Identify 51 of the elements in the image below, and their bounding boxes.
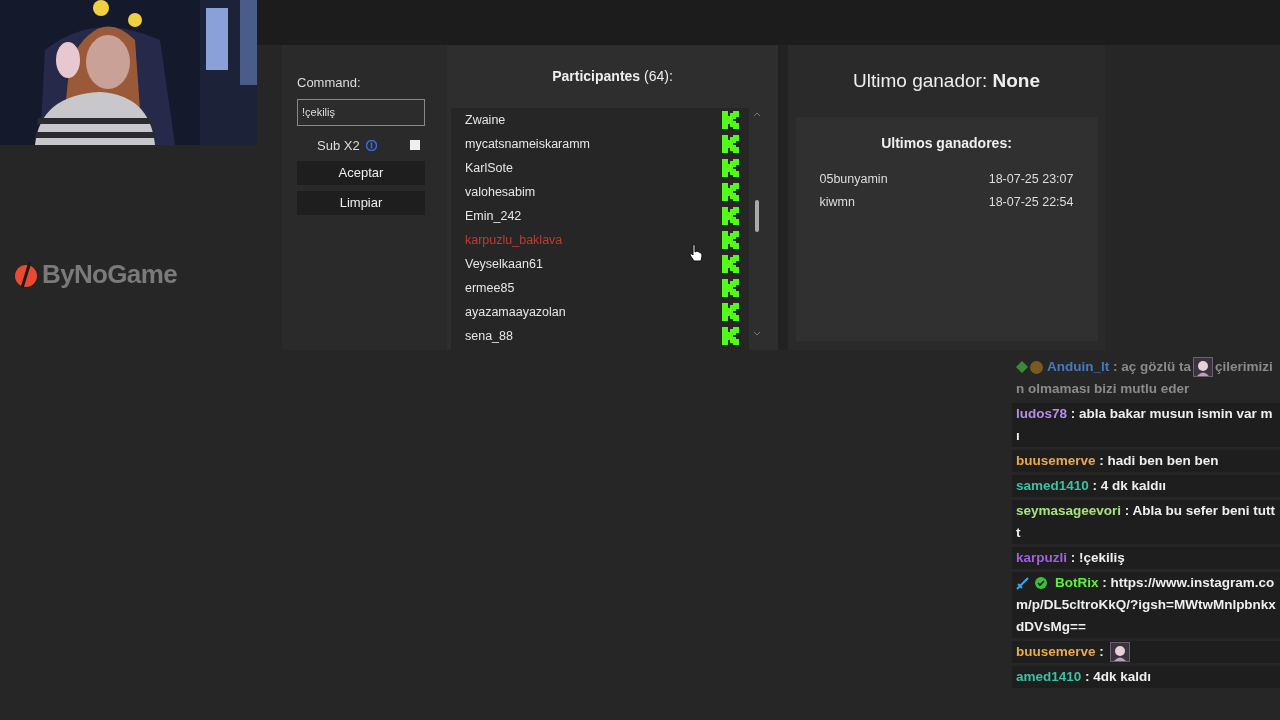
participant-name: ermee85 [465,279,515,297]
participant-name: valohesabim [465,183,536,201]
k-logo-icon [722,279,739,297]
last-winner-heading: Ultimo ganador: None [853,68,1040,93]
chat-message: buusemerve : hadi ben ben ben [1012,450,1280,472]
k-logo-icon [722,327,739,345]
participant-name: Emin_242 [465,207,522,225]
k-logo-icon [722,255,739,273]
chat-message: buusemerve : [1012,641,1280,663]
chat-message: amed1410 : 4dk kaldı [1012,666,1280,688]
winner-name: kiwmn [819,193,855,211]
k-logo-icon [722,303,739,321]
participant-name: ayazamaayazolan [465,303,566,321]
k-logo-icon [722,231,739,249]
participant-name: karpuzlu_baklava [465,231,563,249]
participant-name: KarlSote [465,159,513,177]
winner-name: 05bunyamin [819,171,888,188]
sub-x2-label: Sub X2 [317,136,360,155]
sword-badge-icon [1016,576,1029,590]
k-logo-icon [722,183,739,201]
chat-message: BotRix : https://www.instagram.com/p/DL5cltroKkQ/?igsh=MWtwMnlpbnkxdDVsMg== [1012,572,1280,638]
emote-icon [1109,642,1130,663]
participant-name: mycatsnameiskaramm [465,135,591,153]
chat-message: Anduin_lt : aç gözlü ta çilerimizin olmaması bizi mutlu eder [1015,356,1274,398]
winners-heading: Ultimos ganadores: [881,134,1012,153]
coin-badge-icon [1030,360,1043,374]
verified-badge-icon [1035,577,1047,590]
sub-x2-checkbox[interactable] [409,140,420,151]
logo-icon [14,261,40,288]
winner-time: 18-07-25 22:54 [988,193,1074,211]
info-icon [365,139,377,151]
participant-name: Zwaine [465,111,506,129]
k-logo-icon [722,135,739,153]
command-field[interactable]: !çekiliş [297,98,425,126]
chat-message: samed1410 : 4 dk kaldıı [1012,475,1280,497]
k-logo-icon [722,111,739,129]
action-button[interactable]: Limpiar [297,191,425,215]
participants-heading: Participantes (64): [552,67,673,86]
gem-badge-icon [1016,361,1028,374]
chat-message: seymasageevori : Abla bu sefer beni tuttt [1012,500,1280,544]
k-logo-icon [722,207,739,225]
emote-icon [1193,357,1214,378]
participant-name: Veyselkaan61 [465,255,543,273]
logo-text: ByNoGame [42,258,177,291]
k-logo-icon [722,159,739,177]
action-button[interactable]: Aceptar [297,161,425,185]
hand-cursor-icon [689,244,703,262]
participant-name: sena_88 [465,327,513,345]
winner-time: 18-07-25 23:07 [988,171,1074,188]
chat-message: karpuzli : !çekiliş [1012,547,1280,569]
command-label: Command: [297,74,362,92]
